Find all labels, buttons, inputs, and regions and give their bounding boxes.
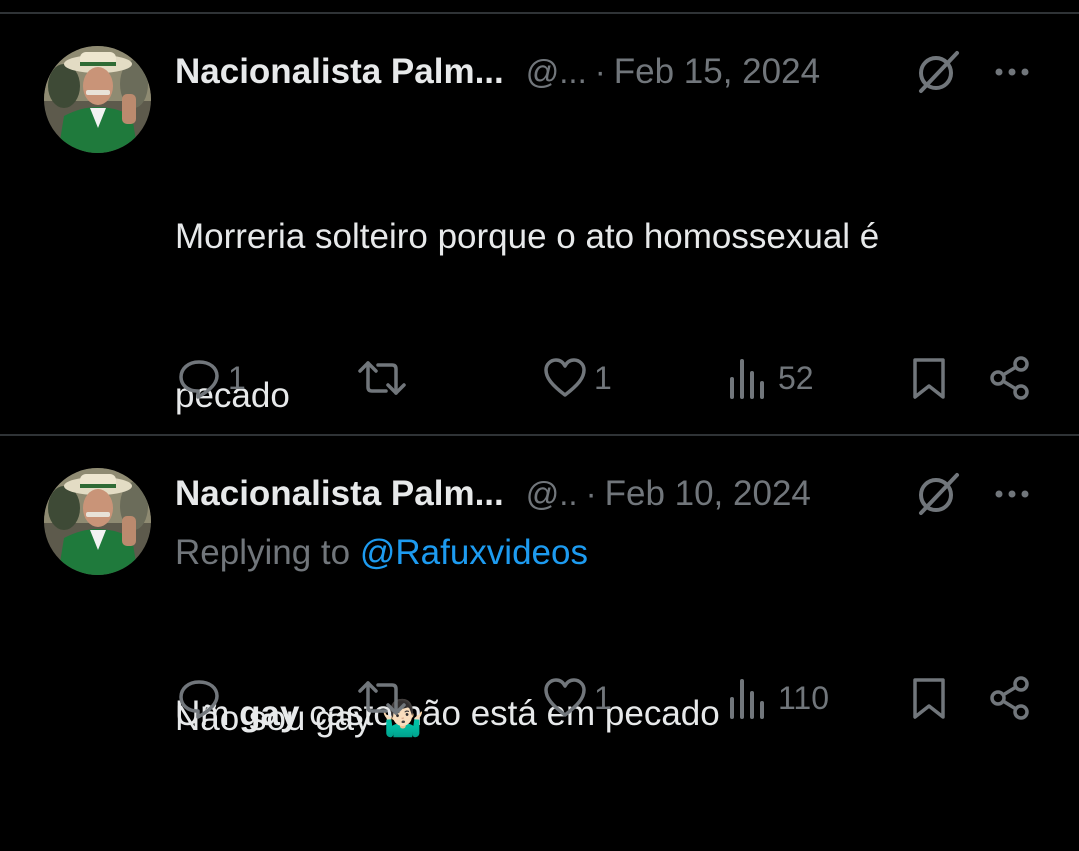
heart-icon (544, 678, 586, 717)
more-icon[interactable] (990, 469, 1034, 519)
retweet-icon (358, 681, 406, 715)
tweet-date[interactable]: Feb 10, 2024 (605, 474, 811, 514)
views-icon (730, 679, 764, 719)
replying-to-prefix: Replying to (175, 533, 360, 572)
bookmark-button[interactable] (906, 673, 952, 723)
like-count: 1 (594, 679, 612, 716)
bookmark-button[interactable] (906, 353, 952, 403)
tweet-date[interactable]: Feb 15, 2024 (614, 52, 820, 92)
views-button[interactable]: 110 (726, 673, 829, 723)
grok-icon[interactable] (913, 469, 963, 519)
tweet-2[interactable]: Nacionalista Palm... @.. · Feb 10, 2024 … (0, 436, 1079, 740)
author-handle[interactable]: @... (526, 53, 587, 91)
avatar[interactable] (44, 468, 151, 575)
views-count: 110 (778, 679, 830, 716)
replying-to: Replying to @Rafuxvideos (175, 528, 588, 578)
tweet-header: Nacionalista Palm... @.. · Feb 10, 2024 (175, 469, 811, 519)
bookmark-icon (913, 678, 945, 719)
tweet-text-line: Morreria solteiro porque o ato homossexu… (175, 217, 880, 256)
reply-button[interactable] (176, 673, 228, 723)
reply-button[interactable]: 1 (176, 353, 246, 403)
grok-icon[interactable] (913, 47, 963, 97)
separator-dot: · (594, 53, 606, 90)
like-count: 1 (594, 359, 612, 396)
author-name[interactable]: Nacionalista Palm... (175, 52, 504, 92)
action-bar: 1 110 (0, 673, 1079, 723)
avatar[interactable] (44, 46, 151, 153)
share-button[interactable] (987, 673, 1033, 723)
action-bar: 1 1 52 (0, 353, 1079, 403)
retweet-icon (358, 361, 406, 395)
separator-dot: · (585, 475, 597, 512)
mention-link[interactable]: @Rafuxvideos (360, 533, 588, 572)
views-button[interactable]: 52 (726, 353, 814, 403)
share-icon (990, 676, 1029, 720)
heart-icon (544, 358, 586, 397)
views-count: 52 (778, 359, 814, 396)
author-handle[interactable]: @.. (526, 475, 578, 513)
retweet-button[interactable] (356, 353, 414, 403)
share-icon (990, 356, 1029, 400)
tweet-header: Nacionalista Palm... @... · Feb 15, 2024 (175, 47, 820, 97)
retweet-button[interactable] (356, 673, 414, 723)
views-icon (730, 359, 764, 399)
reply-count: 1 (228, 359, 246, 396)
tweet-1[interactable]: Nacionalista Palm... @... · Feb 15, 2024… (0, 14, 1079, 733)
bookmark-icon (913, 358, 945, 399)
share-button[interactable] (987, 353, 1033, 403)
author-name[interactable]: Nacionalista Palm... (175, 474, 504, 514)
reply-icon (179, 680, 219, 719)
like-button[interactable]: 1 (542, 353, 612, 403)
more-icon[interactable] (990, 47, 1034, 97)
like-button[interactable]: 1 (542, 673, 612, 723)
reply-icon (179, 360, 219, 399)
